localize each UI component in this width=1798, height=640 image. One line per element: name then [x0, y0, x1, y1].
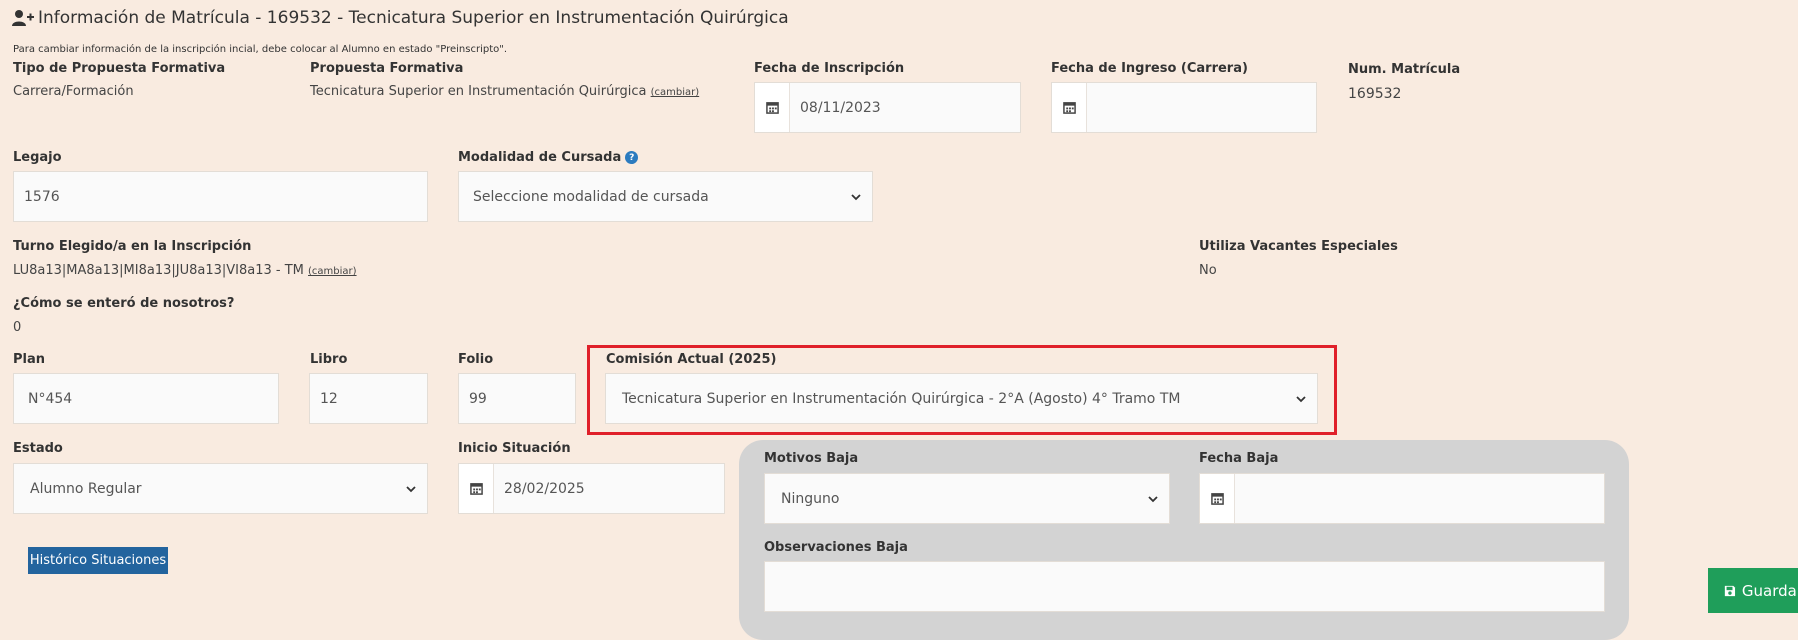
chevron-down-icon [1148, 495, 1158, 502]
turno-value-wrap: LU8a13|MA8a13|MI8a13|JU8a13|VI8a13 - TM … [13, 263, 357, 278]
motivos-baja-value: Ninguno [781, 490, 840, 507]
fecha-baja-label: Fecha Baja [1199, 451, 1279, 466]
propuesta-value: Tecnicatura Superior en Instrumentación … [310, 84, 647, 99]
fecha-inscripcion-input[interactable]: 08/11/2023 [754, 82, 1021, 133]
observaciones-baja-input[interactable] [764, 561, 1605, 612]
modalidad-label: Modalidad de Cursada [458, 150, 622, 165]
legajo-label: Legajo [13, 150, 62, 165]
num-matricula-value: 169532 [1348, 86, 1402, 102]
estado-select[interactable]: Alumno Regular [13, 463, 428, 514]
modalidad-select[interactable]: Seleccione modalidad de cursada [458, 171, 873, 222]
save-icon [1724, 585, 1736, 596]
calendar-icon [755, 83, 790, 132]
como-entero-label: ¿Cómo se enteró de nosotros? [13, 296, 235, 311]
guardar-button[interactable]: Guardar [1708, 568, 1798, 613]
calendar-icon [1200, 474, 1235, 523]
como-entero-value: 0 [13, 320, 22, 335]
inicio-situacion-input[interactable]: 28/02/2025 [458, 463, 725, 514]
plan-input[interactable]: N°454 [13, 373, 279, 424]
help-icon[interactable]: ? [625, 151, 639, 164]
fecha-ingreso-input[interactable] [1051, 82, 1317, 133]
libro-label: Libro [310, 352, 348, 367]
folio-label: Folio [458, 352, 494, 367]
comision-select[interactable]: Tecnicatura Superior en Instrumentación … [605, 373, 1318, 424]
fecha-inscripcion-value: 08/11/2023 [800, 99, 881, 116]
chevron-down-icon [1296, 395, 1306, 402]
inicio-situacion-label: Inicio Situación [458, 441, 571, 456]
comision-label: Comisión Actual (2025) [606, 352, 777, 367]
legajo-value: 1576 [24, 188, 60, 205]
motivos-baja-select[interactable]: Ninguno [764, 473, 1170, 524]
plan-label: Plan [13, 352, 46, 367]
modalidad-value: Seleccione modalidad de cursada [473, 188, 709, 205]
folio-value: 99 [469, 390, 487, 407]
calendar-icon [1052, 83, 1087, 132]
fecha-ingreso-label: Fecha de Ingreso (Carrera) [1051, 61, 1248, 76]
inicio-situacion-value: 28/02/2025 [504, 480, 585, 497]
legajo-input[interactable]: 1576 [13, 171, 428, 222]
estado-value: Alumno Regular [30, 480, 142, 497]
libro-input[interactable]: 12 [309, 373, 428, 424]
turno-label: Turno Elegido/a en la Inscripción [13, 239, 252, 254]
user-plus-icon [12, 10, 34, 26]
historico-situaciones-button[interactable]: Histórico Situaciones [28, 547, 168, 574]
chevron-down-icon [406, 485, 416, 492]
propuesta-cambiar-link[interactable]: (cambiar) [651, 87, 700, 98]
folio-input[interactable]: 99 [458, 373, 576, 424]
motivos-baja-label: Motivos Baja [764, 451, 859, 466]
propuesta-value-wrap: Tecnicatura Superior en Instrumentación … [310, 84, 699, 99]
observaciones-baja-label: Observaciones Baja [764, 540, 908, 555]
page-title-text: Información de Matrícula - 169532 - Tecn… [38, 8, 789, 28]
modalidad-label-wrap: Modalidad de Cursada? [458, 150, 639, 165]
tipo-propuesta-value: Carrera/Formación [13, 84, 134, 99]
propuesta-label: Propuesta Formativa [310, 61, 464, 76]
fecha-inscripcion-label: Fecha de Inscripción [754, 61, 905, 76]
guardar-label: Guardar [1741, 581, 1798, 600]
turno-cambiar-link[interactable]: (cambiar) [308, 266, 357, 277]
page-title: Información de Matrícula - 169532 - Tecn… [12, 8, 789, 28]
comision-value: Tecnicatura Superior en Instrumentación … [622, 390, 1181, 407]
calendar-icon [459, 464, 494, 513]
info-note: Para cambiar información de la inscripci… [13, 44, 508, 55]
fecha-baja-input[interactable] [1199, 473, 1605, 524]
estado-label: Estado [13, 441, 63, 456]
tipo-propuesta-label: Tipo de Propuesta Formativa [13, 61, 226, 76]
libro-value: 12 [320, 390, 338, 407]
turno-value: LU8a13|MA8a13|MI8a13|JU8a13|VI8a13 - TM [13, 263, 304, 278]
chevron-down-icon [851, 193, 861, 200]
plan-value: N°454 [28, 390, 73, 407]
vacantes-label: Utiliza Vacantes Especiales [1199, 239, 1398, 254]
num-matricula-label: Num. Matrícula [1348, 62, 1461, 77]
vacantes-value: No [1199, 263, 1217, 278]
